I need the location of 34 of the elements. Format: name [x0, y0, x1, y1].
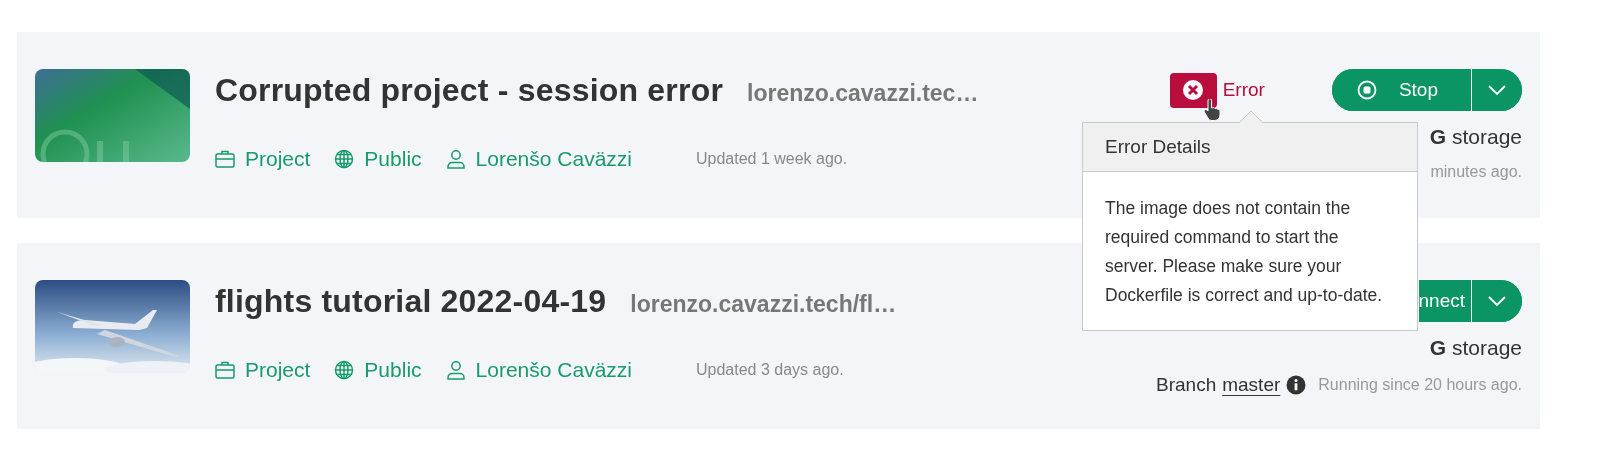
connect-button[interactable]: nnect	[1418, 280, 1472, 322]
updated-time: Updated 1 week ago.	[696, 150, 848, 168]
briefcase-icon	[215, 361, 235, 379]
project-url[interactable]: lorenzo.cavazzi.tec…	[747, 80, 979, 107]
storage-text: G storage	[1429, 336, 1522, 360]
user-icon	[445, 149, 466, 169]
branch-link[interactable]: master	[1222, 374, 1281, 396]
storage-text: G storage	[1429, 125, 1522, 149]
caret-icon	[1487, 84, 1507, 96]
globe-icon	[334, 360, 355, 380]
session-time: Running since 20 hours ago.	[1318, 376, 1522, 394]
session-time: minutes ago.	[1430, 163, 1522, 181]
meta-label[interactable]: Project	[245, 147, 311, 171]
error-message: The image does not contain the required command to start the server. Please make sure your Dockerfile is correct and up-to-date.	[1104, 197, 1384, 307]
project-title[interactable]: flights tutorial 2022-04-19	[215, 283, 607, 320]
branch-label: Branch	[1156, 374, 1217, 396]
updated-time: Updated 3 days ago.	[696, 361, 844, 379]
project-url[interactable]: lorenzo.cavazzi.tech/fl…	[630, 291, 897, 318]
stop-button[interactable]: Stop	[1331, 69, 1472, 111]
meta-label[interactable]: Lorenšo Caväzzi	[475, 358, 632, 382]
meta-label[interactable]: Lorenšo Caväzzi	[475, 147, 632, 171]
error-badge[interactable]	[1169, 72, 1217, 108]
caret-icon	[1487, 295, 1507, 307]
globe-icon	[334, 149, 355, 169]
status-label: Error	[1222, 79, 1265, 101]
briefcase-icon	[215, 150, 235, 168]
meta-label[interactable]: Project	[245, 358, 311, 382]
stop-icon	[1356, 80, 1377, 100]
info-icon[interactable]	[1286, 375, 1307, 395]
user-icon	[445, 360, 466, 380]
meta-label[interactable]: Public	[364, 147, 422, 171]
popover-title: Error Details	[1083, 123, 1417, 172]
project-title[interactable]: Corrupted project - session error	[215, 72, 724, 109]
meta-label[interactable]: Public	[364, 358, 422, 382]
